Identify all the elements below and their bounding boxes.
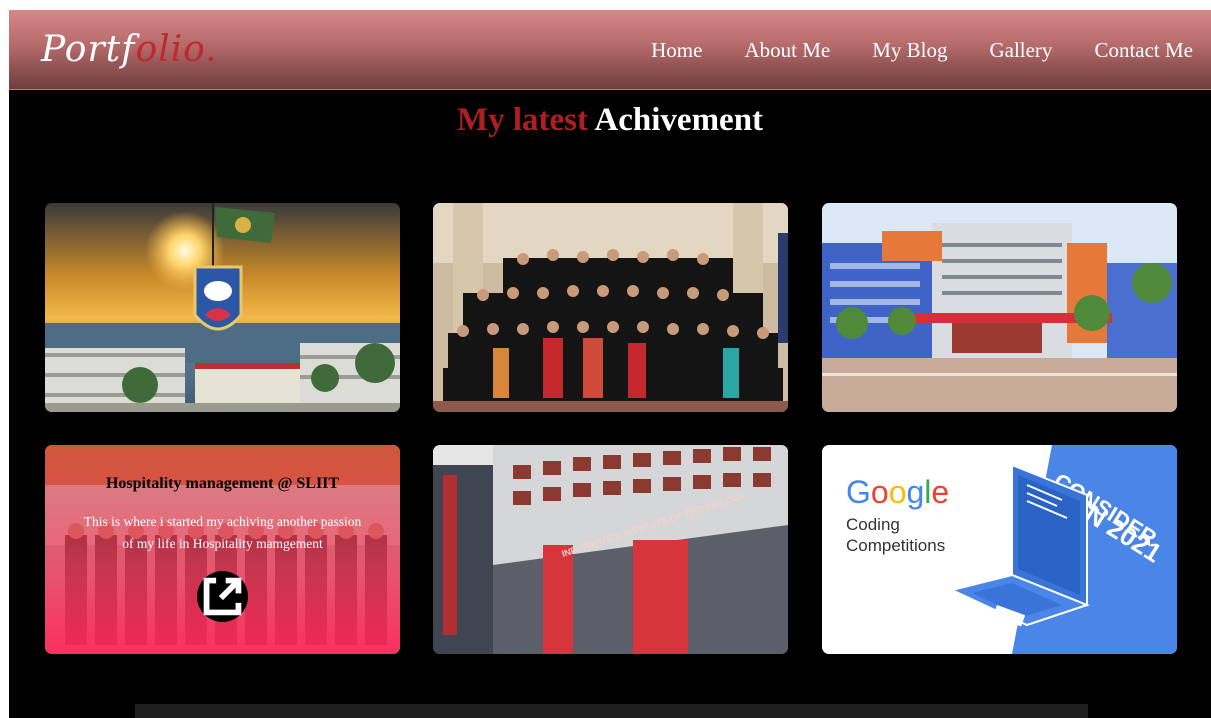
google-letter-o2: o [889,474,907,510]
card-overlay: Hospitality management @ SLIIT This is w… [45,445,400,654]
google-coding-image: Google Coding Competitions CONSIDER IN 2… [822,445,1177,654]
page: Portfolio. Home About Me My Blog Gallery… [9,10,1211,718]
external-link-icon [203,577,242,616]
logo[interactable]: Portfolio. [41,22,218,78]
card-school-crest[interactable] [45,203,400,412]
overlay-description: This is where i started my achiving anot… [83,514,362,551]
bottom-bar [135,704,1088,718]
open-link-button[interactable] [197,571,248,622]
logo-accent: olio. [135,29,218,70]
card-graduation-group[interactable] [433,203,788,412]
campus-building-image [822,203,1177,412]
google-logo: Google [846,474,949,510]
school-crest-image [45,203,400,412]
competitions-text: Competitions [846,536,945,555]
card-sliit[interactable]: Hospitality management @ SLIIT This is w… [45,445,400,654]
nav-my-blog[interactable]: My Blog [872,38,947,63]
nav-about-me[interactable]: About Me [744,38,830,63]
google-letter-e: e [931,474,949,510]
iit-building-image: INFORMATICS INSTITUTE OF TECHNOLOGY [433,445,788,654]
google-letter-g2: g [906,474,924,510]
card-iit-building[interactable]: INFORMATICS INSTITUTE OF TECHNOLOGY [433,445,788,654]
coding-text: Coding [846,515,900,534]
card-campus-building[interactable] [822,203,1177,412]
google-letter-l: l [924,474,931,510]
google-letter-g: G [846,474,871,510]
nav-home[interactable]: Home [651,38,702,63]
section-title-rest: Achivement [594,102,764,138]
overlay-title: Hospitality management @ SLIIT [105,475,340,492]
logo-main: Portf [41,29,136,70]
section-title: My latest Achivement [9,98,1211,142]
card-google-coding[interactable]: Google Coding Competitions CONSIDER IN 2… [822,445,1177,654]
nav-gallery[interactable]: Gallery [989,38,1052,63]
graduation-group-image [433,203,788,412]
nav-menu: Home About Me My Blog Gallery Contact Me [609,10,1193,90]
google-letter-o1: o [871,474,889,510]
section-title-accent: My latest [456,102,588,138]
navbar: Portfolio. Home About Me My Blog Gallery… [9,10,1211,90]
nav-contact-me[interactable]: Contact Me [1094,38,1193,63]
